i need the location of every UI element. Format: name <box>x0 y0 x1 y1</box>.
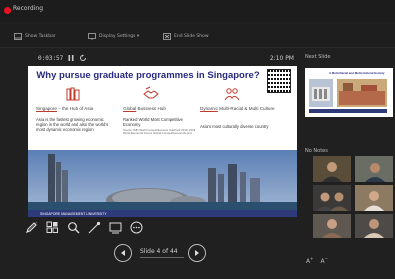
reset-timer-icon[interactable] <box>79 54 87 62</box>
participant-video <box>355 185 393 211</box>
elapsed-timer: 0:03:57 <box>38 55 64 62</box>
presenter-tools <box>24 218 164 236</box>
magnifier-icon <box>67 221 79 233</box>
end-slide-show-button[interactable]: End Slide Show <box>163 31 209 41</box>
window-titlebar: Recording <box>0 0 395 22</box>
slide-counter-underline <box>140 257 184 258</box>
next-slide-label: Next Slide <box>305 54 331 60</box>
footer-band: SINGAPORE MANAGEMENT UNIVERSITY <box>28 210 297 217</box>
pointer-icon <box>88 221 100 233</box>
increase-font-button[interactable]: A+ <box>306 256 313 265</box>
display-settings-label: Display Settings ▾ <box>99 33 140 39</box>
screen-icon <box>109 222 121 233</box>
participant-video <box>313 214 351 238</box>
handshake-icon <box>143 86 159 99</box>
qr-code <box>267 69 291 93</box>
display-settings-button[interactable]: Display Settings ▾ <box>88 31 139 41</box>
triangle-left-icon <box>121 250 125 256</box>
end-slide-show-label: End Slide Show <box>174 33 209 39</box>
notes-font-size-controls: A+ A− <box>306 256 328 265</box>
column-heading-hub: Singapore – the Hub of Asia <box>36 106 94 111</box>
previous-slide-button[interactable] <box>114 244 132 262</box>
black-screen-button[interactable] <box>108 220 122 234</box>
column-heading-culture: Dynamic Multi-Racial & Multi Culture <box>200 106 275 111</box>
participant-photo <box>355 156 393 182</box>
recording-icon <box>4 7 11 14</box>
side-panel: Next Slide A Multi-Racial and Multi-Cult… <box>303 52 395 279</box>
pause-icon[interactable] <box>67 54 75 62</box>
column-body-culture: Asia's most culturally diverse country <box>200 124 269 129</box>
people-icon <box>224 88 240 101</box>
slide-title: Why pursue graduate programmes in Singap… <box>36 70 260 81</box>
next-slide-photos <box>309 79 387 113</box>
timer-row: 0:03:57 2:10 PM <box>0 52 300 66</box>
next-slide-thumbnail[interactable]: A Multi-Racial and Multi-Cultural Societ… <box>305 68 393 117</box>
participant-photo <box>313 156 351 182</box>
participant-photo <box>355 214 393 238</box>
all-slides-button[interactable] <box>45 220 59 234</box>
laser-pointer-button[interactable] <box>87 220 101 234</box>
end-show-icon <box>163 32 171 40</box>
slide-counter[interactable]: Slide 4 of 44 <box>140 248 178 255</box>
notes-label: No Notes <box>305 148 328 154</box>
slide-navigation: Slide 4 of 44 <box>112 243 212 263</box>
column-footnote-business: Source: IMD World Competitiveness Yearbo… <box>123 128 196 136</box>
decrease-font-button[interactable]: A− <box>320 256 327 265</box>
participant-video <box>313 185 351 211</box>
zoom-button[interactable] <box>66 220 80 234</box>
participant-photo <box>355 185 393 211</box>
more-options-button[interactable] <box>129 220 143 234</box>
next-slide-title: A Multi-Racial and Multi-Cultural Societ… <box>329 71 385 75</box>
clock: 2:10 PM <box>269 55 294 62</box>
recording-label: Recording <box>13 5 44 12</box>
books-icon <box>66 87 80 101</box>
participant-photo <box>313 214 351 238</box>
current-slide: Why pursue graduate programmes in Singap… <box>28 66 297 217</box>
video-conference-grid <box>313 156 395 238</box>
pen-icon <box>25 221 37 233</box>
display-settings-icon <box>88 32 96 40</box>
presenter-toolbar: Show Taskbar Display Settings ▾ End Slid… <box>0 24 395 48</box>
more-icon <box>130 221 142 233</box>
participant-video <box>355 214 393 238</box>
pen-tool-button[interactable] <box>24 220 38 234</box>
column-heading-business: Global Business Hub <box>123 106 166 111</box>
triangle-right-icon <box>195 250 199 256</box>
grid-slides-icon <box>46 221 58 233</box>
taskbar-icon <box>14 32 22 40</box>
singapore-skyline-image <box>28 150 297 217</box>
column-body-hub: Asia is the fastest growing economic reg… <box>36 117 109 133</box>
show-taskbar-button[interactable]: Show Taskbar <box>14 31 56 41</box>
university-logo-text: SINGAPORE MANAGEMENT UNIVERSITY <box>40 212 107 216</box>
participant-video <box>355 156 393 182</box>
show-taskbar-label: Show Taskbar <box>25 33 56 39</box>
participant-photo <box>313 185 351 211</box>
column-body-business: Ranked World Most Competitive Economy <box>123 117 183 128</box>
next-slide-button[interactable] <box>188 244 206 262</box>
participant-video <box>313 156 351 182</box>
